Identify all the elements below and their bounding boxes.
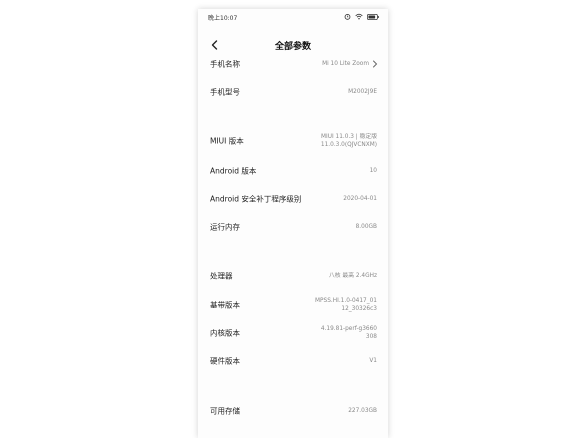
row-value: MPSS.HI.1.0-0417_01 12_30326c3 [315, 298, 377, 312]
row-miui-version: MIUI 版本 MIUI 11.0.3 | 稳定版 11.0.3.0(QJVCN… [198, 129, 388, 153]
alarm-icon [344, 13, 351, 20]
row-label: Android 版本 [210, 166, 257, 176]
row-label: 手机型号 [210, 87, 240, 97]
chevron-right-icon [373, 60, 378, 68]
row-label: 基带版本 [210, 300, 240, 310]
row-kernel: 内核版本 4.19.81-perf-g3660 308 [198, 321, 388, 345]
row-value: 10 [369, 168, 377, 174]
status-time: 晚上10:07 [208, 15, 238, 22]
row-value: 2020-04-01 [343, 196, 377, 202]
row-hardware-version: 硬件版本 V1 [198, 349, 388, 373]
row-label: 运行内存 [210, 222, 240, 232]
row-device-name[interactable]: 手机名称 Mi 10 Lite Zoom [198, 52, 388, 76]
row-model: 手机型号 M2002J9E [198, 80, 388, 104]
row-value: 八核 最高 2.4GHz [329, 273, 377, 279]
row-value: 227.03GB [348, 408, 377, 414]
row-available-storage: 可用存储 227.03GB [198, 399, 388, 423]
page-title: 全部参数 [274, 42, 311, 52]
row-label: 处理器 [210, 271, 233, 281]
row-value: 4.19.81-perf-g3660 308 [320, 326, 377, 340]
row-label: Android 安全补丁程序级别 [210, 194, 302, 204]
row-label: 硬件版本 [210, 356, 240, 366]
row-ram: 运行内存 8.00GB [198, 215, 388, 239]
row-label: MIUI 版本 [210, 136, 244, 146]
status-icons [344, 13, 379, 20]
row-value: MIUI 11.0.3 | 稳定版 11.0.3.0(QJVCNXM) [320, 134, 377, 148]
row-value: Mi 10 Lite Zoom [322, 61, 369, 67]
row-label: 手机名称 [210, 59, 240, 69]
row-android-version: Android 版本 10 [198, 159, 388, 183]
row-value: M2002J9E [348, 89, 377, 95]
wifi-icon [355, 13, 363, 20]
row-label: 可用存储 [210, 406, 240, 416]
row-baseband: 基带版本 MPSS.HI.1.0-0417_01 12_30326c3 [198, 293, 388, 317]
row-value: V1 [369, 358, 377, 364]
row-processor: 处理器 八核 最高 2.4GHz [198, 264, 388, 288]
row-label: 内核版本 [210, 328, 240, 338]
row-value: 8.00GB [355, 224, 377, 230]
battery-icon [367, 13, 379, 20]
phone-screen: 晚上10:07 全部参数 手机名称 Mi 10 Lite Zoom 手机型号 M… [198, 9, 388, 438]
row-security-patch: Android 安全补丁程序级别 2020-04-01 [198, 187, 388, 211]
status-bar: 晚上10:07 [198, 9, 388, 25]
